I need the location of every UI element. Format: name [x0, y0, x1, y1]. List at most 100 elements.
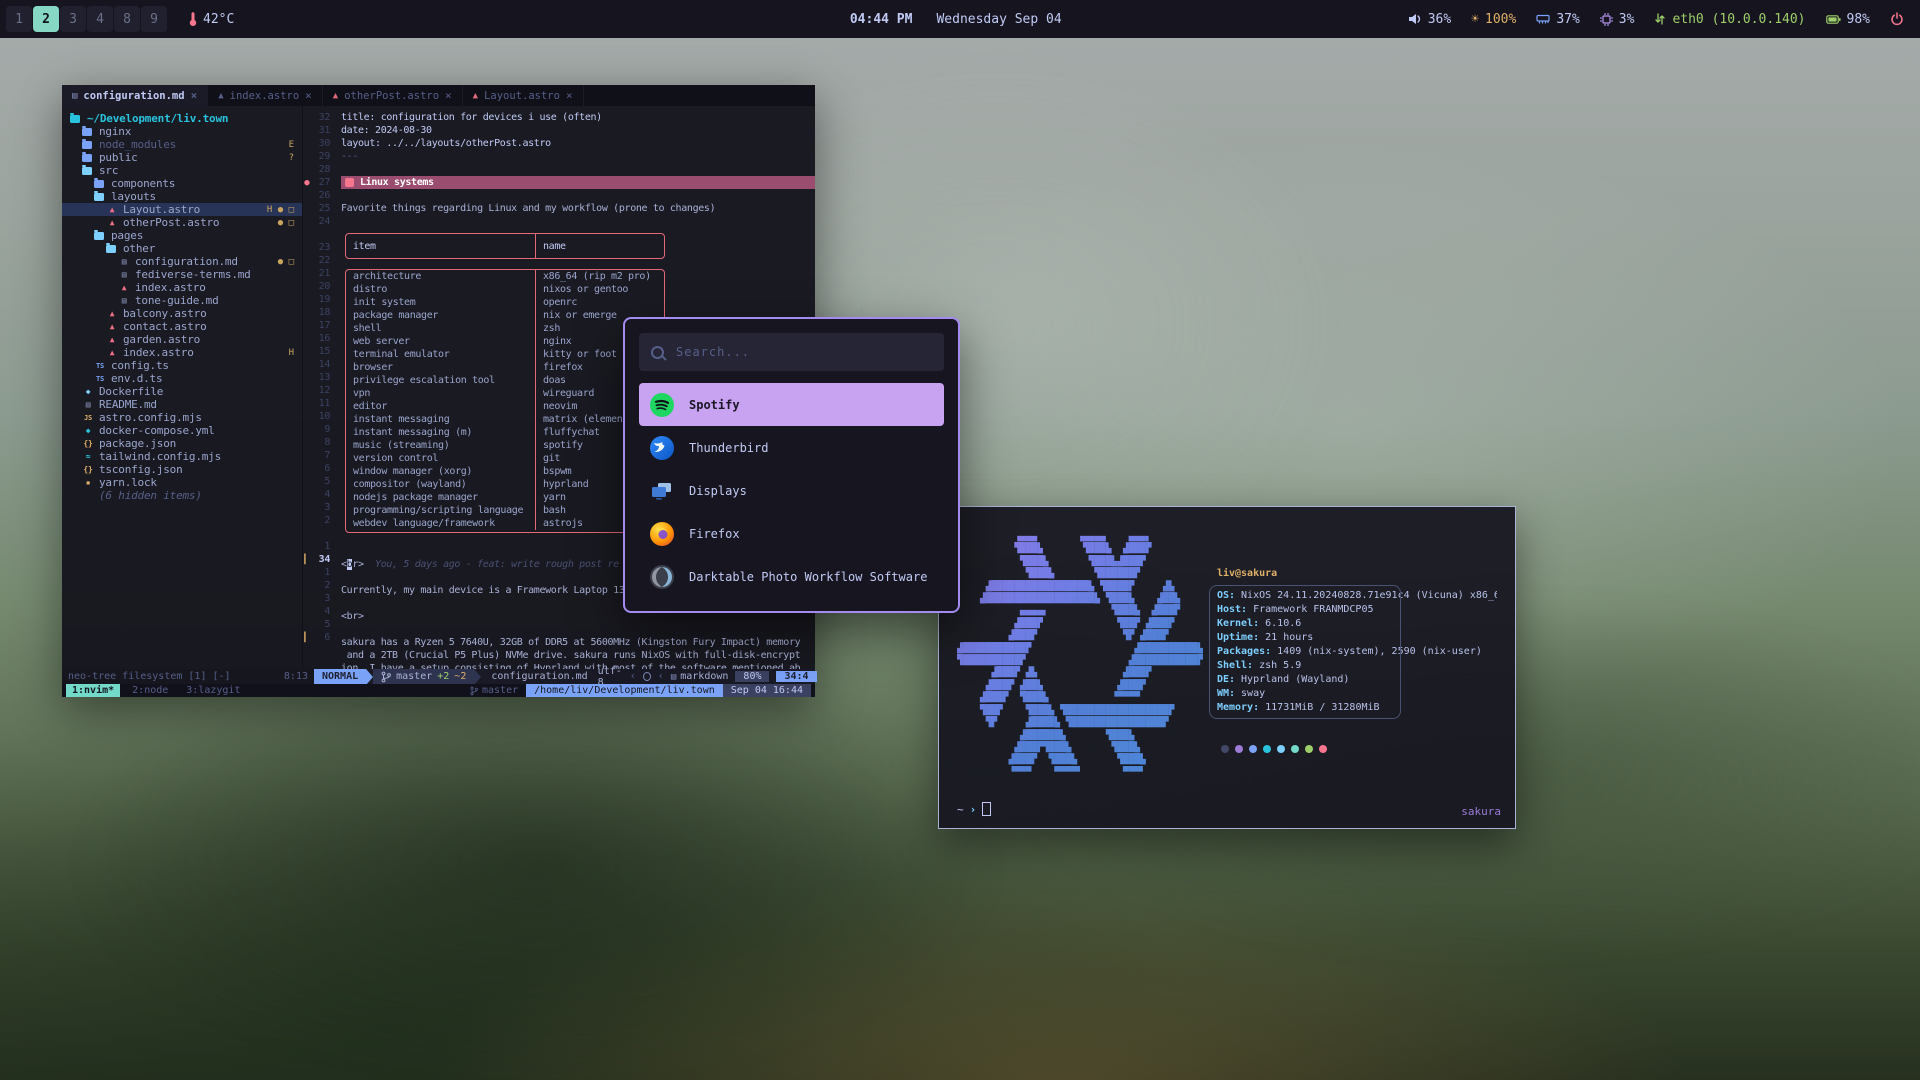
- tree-item[interactable]: nginx: [62, 125, 302, 138]
- tree-item[interactable]: index.astro: [62, 281, 302, 294]
- line-number: 28: [311, 164, 337, 175]
- tree-item[interactable]: Layout.astro H ● □: [62, 203, 302, 216]
- workspace-button[interactable]: 8: [114, 6, 140, 32]
- editor-line: Linux systems: [341, 176, 815, 189]
- tree-item[interactable]: ~/Development/liv.town: [62, 112, 302, 125]
- editor-tab[interactable]: configuration.md ×: [62, 85, 208, 106]
- launcher-item-spotify[interactable]: Spotify: [639, 383, 944, 426]
- table-row: music (streaming) spotify: [346, 439, 664, 452]
- line-number: 16: [311, 333, 337, 344]
- tree-item[interactable]: components: [62, 177, 302, 190]
- tmux-window[interactable]: 1:nvim*: [66, 684, 120, 697]
- editor-tab[interactable]: otherPost.astro ×: [323, 85, 463, 106]
- line-number: 4: [311, 606, 337, 617]
- tree-item[interactable]: fediverse-terms.md: [62, 268, 302, 281]
- tree-item[interactable]: tailwind.config.mjs: [62, 450, 302, 463]
- launcher-search[interactable]: [639, 333, 944, 371]
- palette-dot: [1319, 745, 1327, 753]
- table-row: shell zsh: [346, 322, 664, 335]
- table-row: vpn wireguard: [346, 387, 664, 400]
- tree-item[interactable]: astro.config.mjs: [62, 411, 302, 424]
- shell-prompt[interactable]: ~ ›: [957, 802, 991, 816]
- power-icon: [1890, 12, 1904, 26]
- tree-item[interactable]: contact.astro: [62, 320, 302, 333]
- folder-icon: [94, 180, 104, 188]
- tree-item[interactable]: configuration.md ● □: [62, 255, 302, 268]
- astro-icon: [106, 335, 118, 345]
- astro-icon: [118, 283, 130, 293]
- gutter-line: 31: [303, 124, 337, 137]
- editor-line: ---: [341, 150, 815, 163]
- tree-item[interactable]: config.ts: [62, 359, 302, 372]
- tree-item[interactable]: package.json: [62, 437, 302, 450]
- folder-open-icon: [106, 245, 116, 253]
- tree-item[interactable]: src: [62, 164, 302, 177]
- tree-item[interactable]: README.md: [62, 398, 302, 411]
- tree-item[interactable]: tsconfig.json: [62, 463, 302, 476]
- cursor-position: 34:4: [776, 671, 816, 682]
- editor-tab[interactable]: index.astro ×: [208, 85, 323, 106]
- memory-module[interactable]: 37%: [1536, 12, 1579, 27]
- gutter-line: ▎ 34: [303, 553, 337, 566]
- git-status-badge: ?: [289, 153, 302, 163]
- workspace-button[interactable]: 4: [87, 6, 113, 32]
- launcher-item-thunderbird[interactable]: Thunderbird: [639, 426, 944, 469]
- color-palette: [1221, 745, 1497, 753]
- folder-icon: [82, 154, 92, 162]
- cpu-module[interactable]: 3%: [1600, 12, 1635, 27]
- editor-tab[interactable]: Layout.astro ×: [463, 85, 584, 106]
- battery-module[interactable]: 98%: [1826, 12, 1870, 27]
- tab-close-icon[interactable]: ×: [191, 89, 198, 102]
- table-body: architecture x86_64 (rip m2 pro) distro …: [345, 269, 665, 533]
- folder-open-icon: [94, 193, 104, 201]
- gutter-line: 32: [303, 111, 337, 124]
- gutter-line: 20: [303, 280, 337, 293]
- folder-open-icon: [94, 232, 104, 240]
- tree-item[interactable]: yarn.lock: [62, 476, 302, 489]
- search-input[interactable]: [674, 344, 932, 360]
- line-number: 24: [311, 216, 337, 227]
- launcher-item-darktable[interactable]: Darktable Photo Workflow Software: [639, 555, 944, 598]
- workspace-button[interactable]: 1: [6, 6, 32, 32]
- tree-item[interactable]: otherPost.astro ● □: [62, 216, 302, 229]
- volume-module[interactable]: 36%: [1408, 12, 1451, 27]
- tab-close-icon[interactable]: ×: [305, 89, 312, 102]
- tree-item[interactable]: node_modules E: [62, 138, 302, 151]
- launcher-item-firefox[interactable]: Firefox: [639, 512, 944, 555]
- line-number: 29: [311, 151, 337, 162]
- table-row: privilege escalation tool doas: [346, 374, 664, 387]
- tree-item[interactable]: garden.astro: [62, 333, 302, 346]
- launcher-item-displays[interactable]: Displays: [639, 469, 944, 512]
- workspace-button[interactable]: 2: [33, 6, 59, 32]
- tree-item[interactable]: other: [62, 242, 302, 255]
- line-number: 6: [311, 463, 337, 474]
- tree-item[interactable]: docker-compose.yml: [62, 424, 302, 437]
- tree-item[interactable]: env.d.ts: [62, 372, 302, 385]
- astro-icon: [106, 205, 118, 215]
- statusline-tree-pane: neo-tree filesystem [1] [-] 8:13: [62, 669, 314, 684]
- tree-item[interactable]: public ?: [62, 151, 302, 164]
- gutter-line: 29: [303, 150, 337, 163]
- workspace-button[interactable]: 3: [60, 6, 86, 32]
- tmux-window[interactable]: 2:node: [126, 684, 174, 697]
- tree-item[interactable]: (6 hidden items): [62, 489, 302, 502]
- thunderbird-icon: [649, 435, 675, 461]
- tree-item[interactable]: tone-guide.md: [62, 294, 302, 307]
- workspace-button[interactable]: 9: [141, 6, 167, 32]
- line-number: 23: [311, 242, 337, 253]
- tree-item[interactable]: index.astro H: [62, 346, 302, 359]
- gutter-line: 18: [303, 306, 337, 319]
- tree-item[interactable]: Dockerfile: [62, 385, 302, 398]
- power-button[interactable]: [1890, 12, 1904, 26]
- tmux-window[interactable]: 3:lazygit: [180, 684, 246, 697]
- tree-item[interactable]: layouts: [62, 190, 302, 203]
- brightness-module[interactable]: 100%: [1471, 12, 1516, 27]
- markdown-icon: [82, 400, 94, 410]
- astro-icon: [106, 322, 118, 332]
- gutter-line: 2: [303, 579, 337, 592]
- network-module[interactable]: eth0 (10.0.0.140): [1654, 12, 1805, 27]
- tab-close-icon[interactable]: ×: [445, 89, 452, 102]
- tree-item[interactable]: pages: [62, 229, 302, 242]
- tab-close-icon[interactable]: ×: [566, 89, 573, 102]
- tree-item[interactable]: balcony.astro: [62, 307, 302, 320]
